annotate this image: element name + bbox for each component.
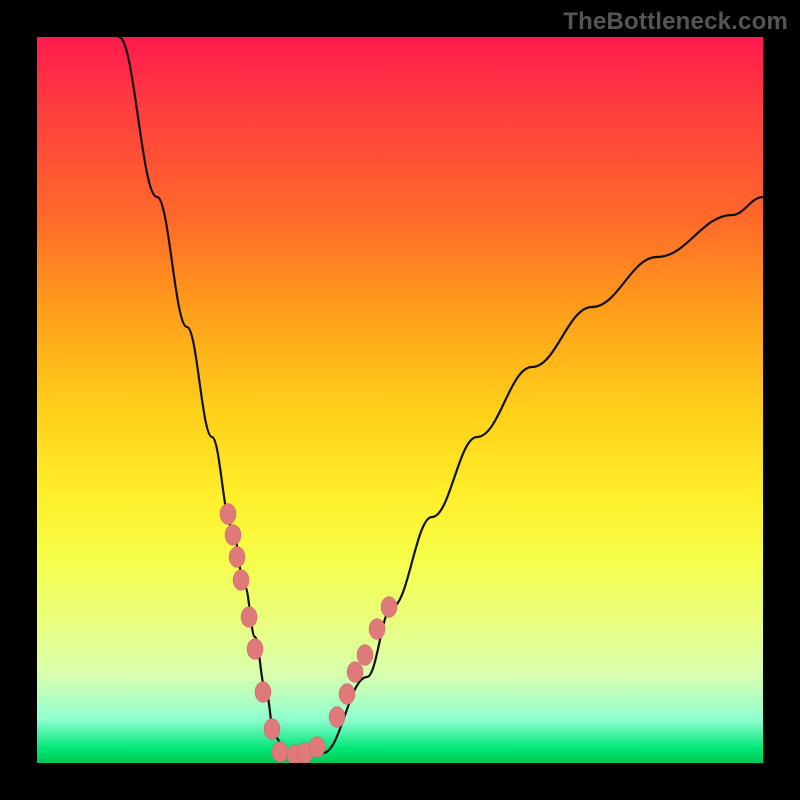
marker-point xyxy=(220,504,236,525)
marker-point xyxy=(369,619,385,640)
marker-point xyxy=(309,737,325,758)
marker-point xyxy=(339,684,355,705)
chart-svg xyxy=(37,37,763,763)
marker-point xyxy=(357,645,373,666)
marker-point xyxy=(381,597,397,618)
marker-point xyxy=(241,607,257,628)
plot-area xyxy=(37,37,763,763)
marker-point xyxy=(225,525,241,546)
marker-group xyxy=(220,504,397,763)
curve-line xyxy=(119,37,763,755)
marker-point xyxy=(264,719,280,740)
marker-point xyxy=(255,682,271,703)
marker-point xyxy=(229,547,245,568)
watermark-text: TheBottleneck.com xyxy=(563,8,788,36)
marker-point xyxy=(347,662,363,683)
marker-point xyxy=(272,742,288,763)
chart-frame: TheBottleneck.com xyxy=(0,0,800,800)
marker-point xyxy=(233,570,249,591)
marker-point xyxy=(329,707,345,728)
marker-point xyxy=(247,639,263,660)
